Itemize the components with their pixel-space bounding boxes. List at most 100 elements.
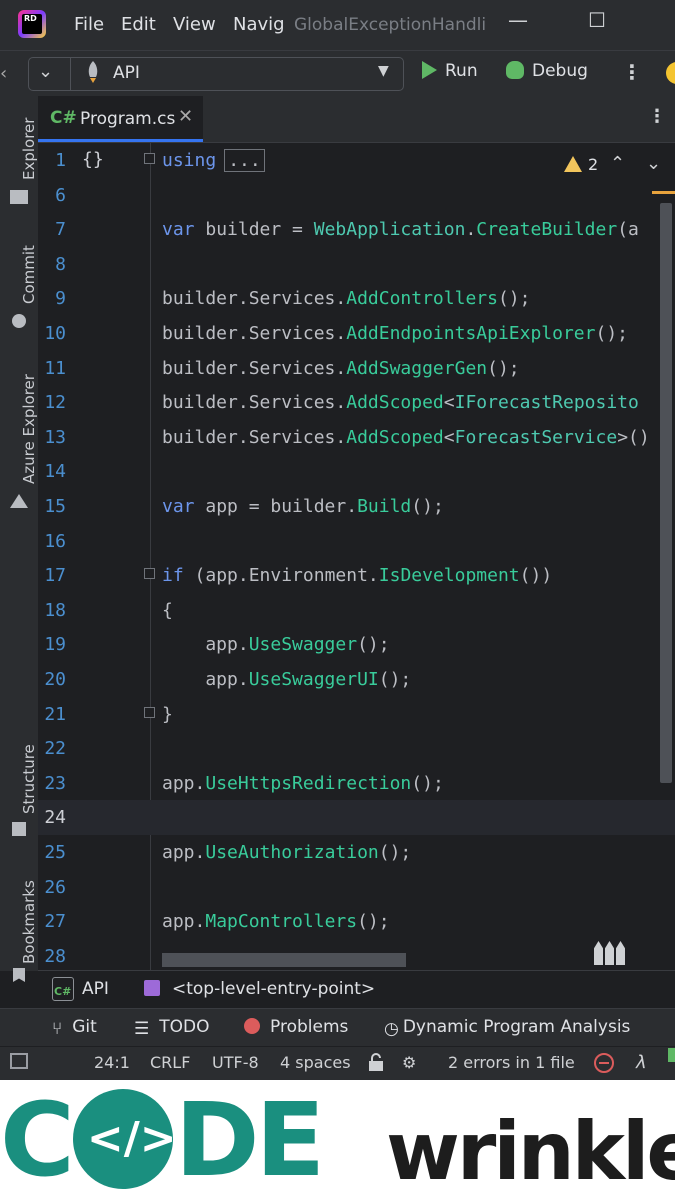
line-number: 14 — [44, 461, 66, 483]
debug-button[interactable]: Debug — [506, 61, 588, 81]
current-code-line[interactable]: 24 — [38, 800, 675, 835]
code-line[interactable]: 10 builder.Services.AddEndpointsApiExplo… — [38, 316, 675, 351]
lambda-icon[interactable]: λ — [636, 1052, 647, 1073]
file-encoding[interactable]: UTF-8 — [212, 1053, 259, 1072]
tool-tab-dynamic-program-analysis[interactable]: ◷ Dynamic Program Analysis — [384, 1017, 630, 1039]
code-line[interactable]: 17 if (app.Environment.IsDevelopment()) — [38, 558, 675, 593]
fold-icon[interactable] — [144, 568, 155, 580]
sidebar-item-structure[interactable]: Structure — [20, 744, 38, 814]
tool-tab-todo[interactable]: ☰ TODO — [134, 1017, 210, 1039]
fold-icon[interactable] — [144, 153, 155, 164]
chevron-down-icon[interactable]: ⌄ — [38, 61, 53, 82]
code-line[interactable]: 11 builder.Services.AddSwaggerGen(); — [38, 351, 675, 386]
caret-position[interactable]: 24:1 — [94, 1053, 130, 1072]
warnings-indicator[interactable]: 2 — [564, 155, 598, 174]
code-line[interactable]: 26 — [38, 870, 675, 905]
code-editor[interactable]: 1 {} using... 6 7 var builder = WebAppli… — [38, 143, 675, 970]
error-circle-icon — [244, 1018, 260, 1034]
code-line[interactable]: 16 — [38, 524, 675, 559]
code-line[interactable]: 27 app.MapControllers(); — [38, 904, 675, 939]
code-text: var app = builder.Build(); — [162, 496, 444, 517]
tab-program-cs[interactable]: C# Program.cs ✕ — [38, 96, 203, 142]
menu-edit[interactable]: Edit — [121, 14, 156, 35]
breadcrumb-entry-point[interactable]: <top-level-entry-point> — [172, 979, 375, 999]
code-line[interactable]: 18 { — [38, 593, 675, 628]
timer-icon: ◷ — [384, 1019, 399, 1039]
code-line[interactable]: 12 builder.Services.AddScoped<IForecastR… — [38, 385, 675, 420]
line-number: 7 — [55, 219, 66, 241]
code-line[interactable]: 13 builder.Services.AddScoped<ForecastSe… — [38, 420, 675, 455]
bookmark-icon[interactable] — [13, 968, 25, 982]
vertical-scrollbar[interactable] — [660, 203, 672, 783]
horizontal-scrollbar[interactable] — [162, 953, 406, 967]
sidebar-item-commit[interactable]: Commit — [20, 245, 38, 304]
tool-tab-git[interactable]: ⑂ Git — [52, 1017, 97, 1039]
line-number: 23 — [44, 772, 66, 794]
tool-tab-problems[interactable]: Problems — [244, 1017, 348, 1037]
tab-options-icon[interactable]: ⋮ — [648, 106, 666, 127]
title-bar: RD File Edit View Navig GlobalExceptionH… — [0, 0, 675, 50]
maximize-button[interactable]: ☐ — [588, 8, 606, 32]
settings-gear-icon[interactable]: ⚙ — [402, 1053, 416, 1072]
line-number: 27 — [44, 911, 66, 933]
error-stop-icon[interactable] — [594, 1053, 614, 1073]
next-warning-icon[interactable]: ⌄ — [646, 153, 661, 174]
code-line[interactable]: 25 app.UseAuthorization(); — [38, 835, 675, 870]
left-tool-sidebar: Explorer Commit Azure Explorer Structure… — [0, 96, 39, 982]
toolbar-left-chevron-icon[interactable]: ‹ — [0, 63, 7, 84]
code-line[interactable]: 9 builder.Services.AddControllers(); — [38, 281, 675, 316]
run-config-name[interactable]: API — [113, 63, 140, 83]
commit-icon[interactable] — [12, 314, 26, 328]
error-summary[interactable]: 2 errors in 1 file — [448, 1053, 575, 1072]
menu-file[interactable]: File — [74, 14, 104, 35]
code-text: { — [162, 599, 173, 621]
folder-icon[interactable] — [10, 190, 28, 204]
rocket-icon — [88, 61, 98, 83]
toggle-tool-windows-icon[interactable] — [10, 1053, 28, 1069]
debug-label: Debug — [532, 61, 588, 81]
minimize-button[interactable]: — — [508, 8, 528, 32]
azure-icon[interactable] — [10, 494, 28, 508]
error-stripe-marker[interactable] — [652, 191, 675, 194]
close-icon[interactable]: ✕ — [178, 106, 193, 127]
code-line[interactable]: 21 } — [38, 697, 675, 732]
structure-icon[interactable] — [12, 822, 26, 836]
code-brackets-icon: </> — [72, 1089, 177, 1189]
code-line[interactable]: 22 — [38, 731, 675, 766]
code-line[interactable]: 7 var builder = WebApplication.CreateBui… — [38, 212, 675, 247]
window-title: GlobalExceptionHandli — [294, 15, 487, 35]
menu-navigate[interactable]: Navig — [233, 14, 285, 35]
previous-warning-icon[interactable]: ⌃ — [610, 153, 625, 174]
config-dropdown-icon[interactable]: ▼ — [378, 63, 389, 79]
code-text: app.MapControllers(); — [162, 911, 390, 933]
lock-icon[interactable] — [368, 1053, 384, 1071]
line-number: 18 — [44, 599, 66, 621]
more-options-icon[interactable]: ⋮ — [622, 60, 642, 84]
pencils-icon[interactable] — [594, 941, 638, 967]
rider-logo-icon[interactable]: RD — [18, 10, 46, 38]
run-configuration-box[interactable] — [28, 57, 404, 91]
line-number: 16 — [44, 530, 66, 552]
code-line[interactable]: 15 var app = builder.Build(); — [38, 489, 675, 524]
bug-icon — [506, 61, 524, 79]
code-text: app.UseSwaggerUI(); — [162, 669, 412, 690]
sidebar-item-azure-explorer[interactable]: Azure Explorer — [20, 374, 38, 484]
line-number: 6 — [55, 184, 66, 206]
fold-icon[interactable] — [144, 706, 155, 718]
code-line[interactable]: 8 — [38, 247, 675, 282]
code-line[interactable]: 20 app.UseSwaggerUI(); — [38, 662, 675, 697]
tool-window-bar: ⑂ Git ☰ TODO Problems ◷ Dynamic Program Ana… — [0, 1008, 675, 1047]
sidebar-item-bookmarks[interactable]: Bookmarks — [20, 880, 38, 964]
code-line[interactable]: 14 — [38, 454, 675, 489]
code-line[interactable]: 19 app.UseSwagger(); — [38, 627, 675, 662]
line-number: 21 — [44, 703, 66, 725]
indent-setting[interactable]: 4 spaces — [280, 1053, 351, 1072]
sidebar-item-explorer[interactable]: Explorer — [20, 118, 38, 180]
code-line[interactable]: 23 app.UseHttpsRedirection(); — [38, 766, 675, 801]
line-endings[interactable]: CRLF — [150, 1053, 190, 1072]
line-number: 28 — [44, 945, 66, 967]
menu-view[interactable]: View — [173, 14, 216, 35]
code-line[interactable]: 6 — [38, 178, 675, 213]
run-button[interactable]: Run — [422, 61, 478, 81]
breadcrumb-project[interactable]: API — [82, 979, 109, 999]
